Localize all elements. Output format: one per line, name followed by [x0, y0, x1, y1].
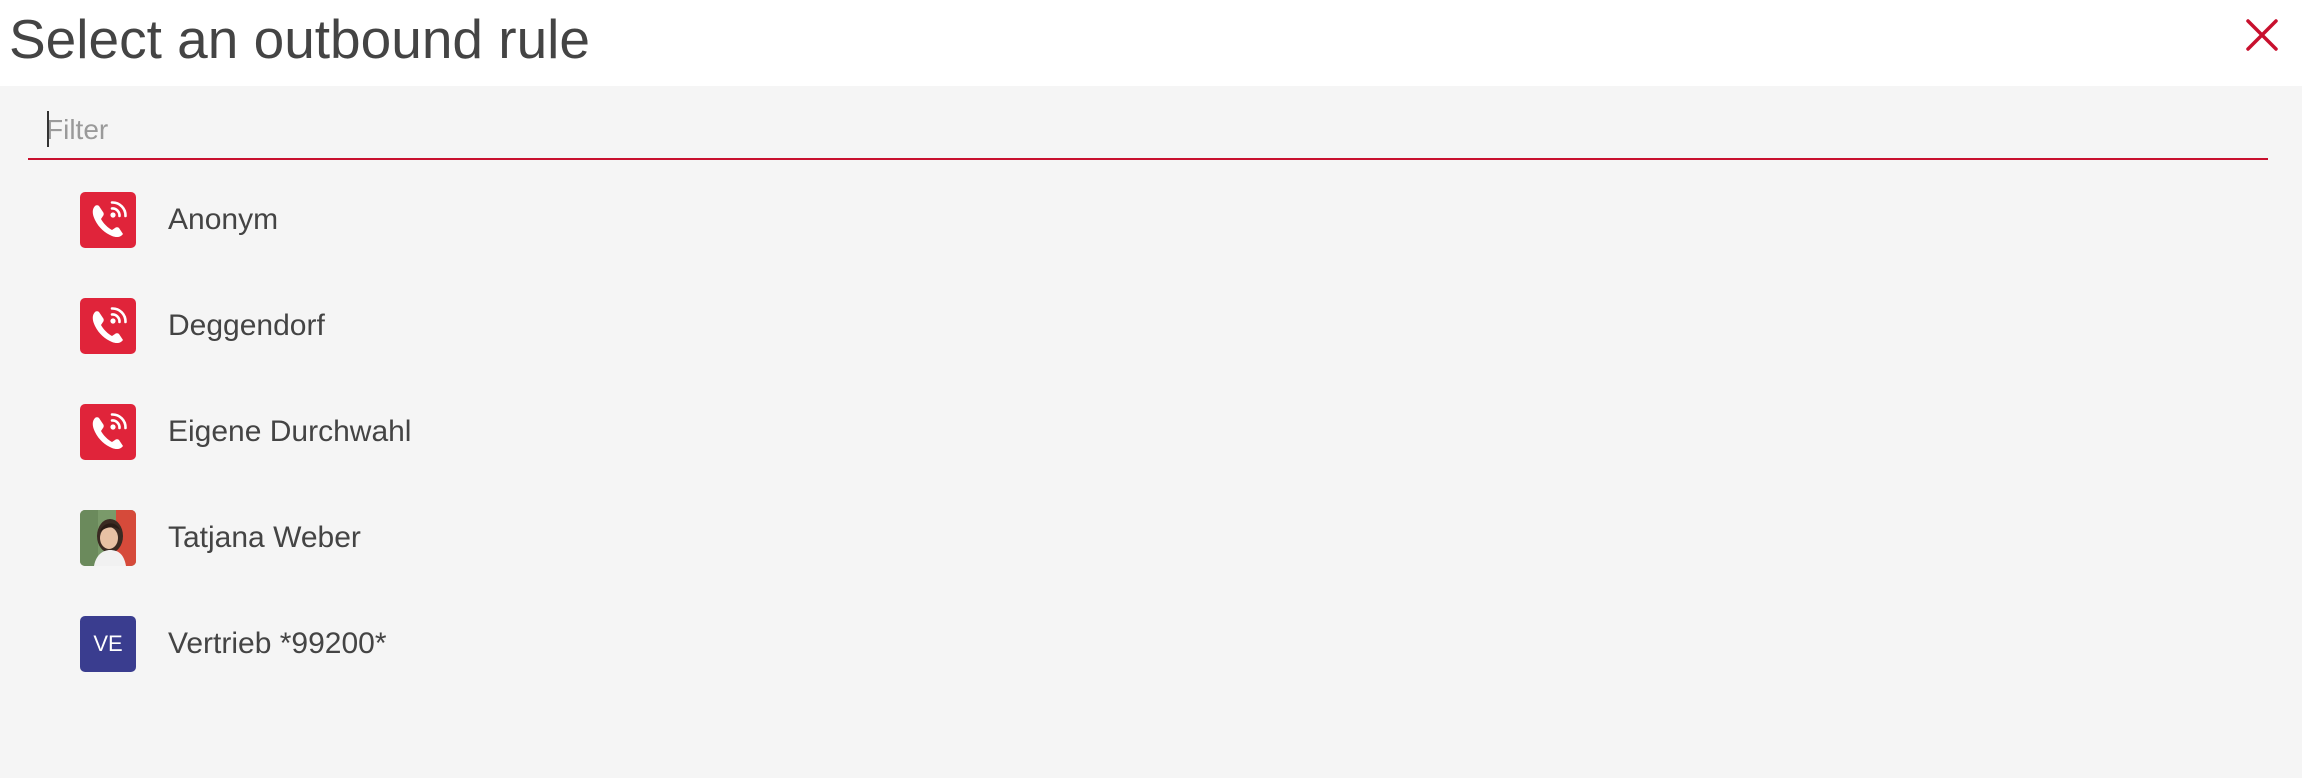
- close-icon: [2246, 19, 2278, 51]
- phone-outbound-icon: [80, 298, 136, 354]
- initials-avatar: VE: [80, 616, 136, 672]
- filter-input[interactable]: [46, 108, 2246, 152]
- outbound-rule-dialog: Select an outbound rule Filter Anonym De…: [0, 0, 2302, 778]
- dialog-header: Select an outbound rule: [0, 0, 2302, 86]
- list-item[interactable]: Deggendorf: [0, 288, 2302, 394]
- list-item[interactable]: Anonym: [0, 182, 2302, 288]
- rule-list: Anonym Deggendorf Eigene Durchwahl Tatja…: [0, 182, 2302, 712]
- list-item-label: Eigene Durchwahl: [168, 415, 412, 448]
- filter-field: [28, 106, 2268, 160]
- list-item-label: Vertrieb *99200*: [168, 627, 387, 660]
- list-item[interactable]: Eigene Durchwahl: [0, 394, 2302, 500]
- close-button[interactable]: [2242, 15, 2282, 55]
- phone-outbound-icon: [80, 404, 136, 460]
- phone-outbound-icon: [80, 192, 136, 248]
- dialog-body: Anonym Deggendorf: [0, 86, 2302, 778]
- text-caret: [47, 111, 49, 147]
- list-item[interactable]: Tatjana Weber: [0, 500, 2302, 606]
- list-item-label: Deggendorf: [168, 309, 325, 342]
- list-item-label: Anonym: [168, 203, 279, 236]
- list-item[interactable]: VE Vertrieb *99200*: [0, 606, 2302, 712]
- user-photo-avatar: [80, 510, 136, 566]
- dialog-title: Select an outbound rule: [9, 8, 590, 70]
- list-item-label: Tatjana Weber: [168, 521, 361, 554]
